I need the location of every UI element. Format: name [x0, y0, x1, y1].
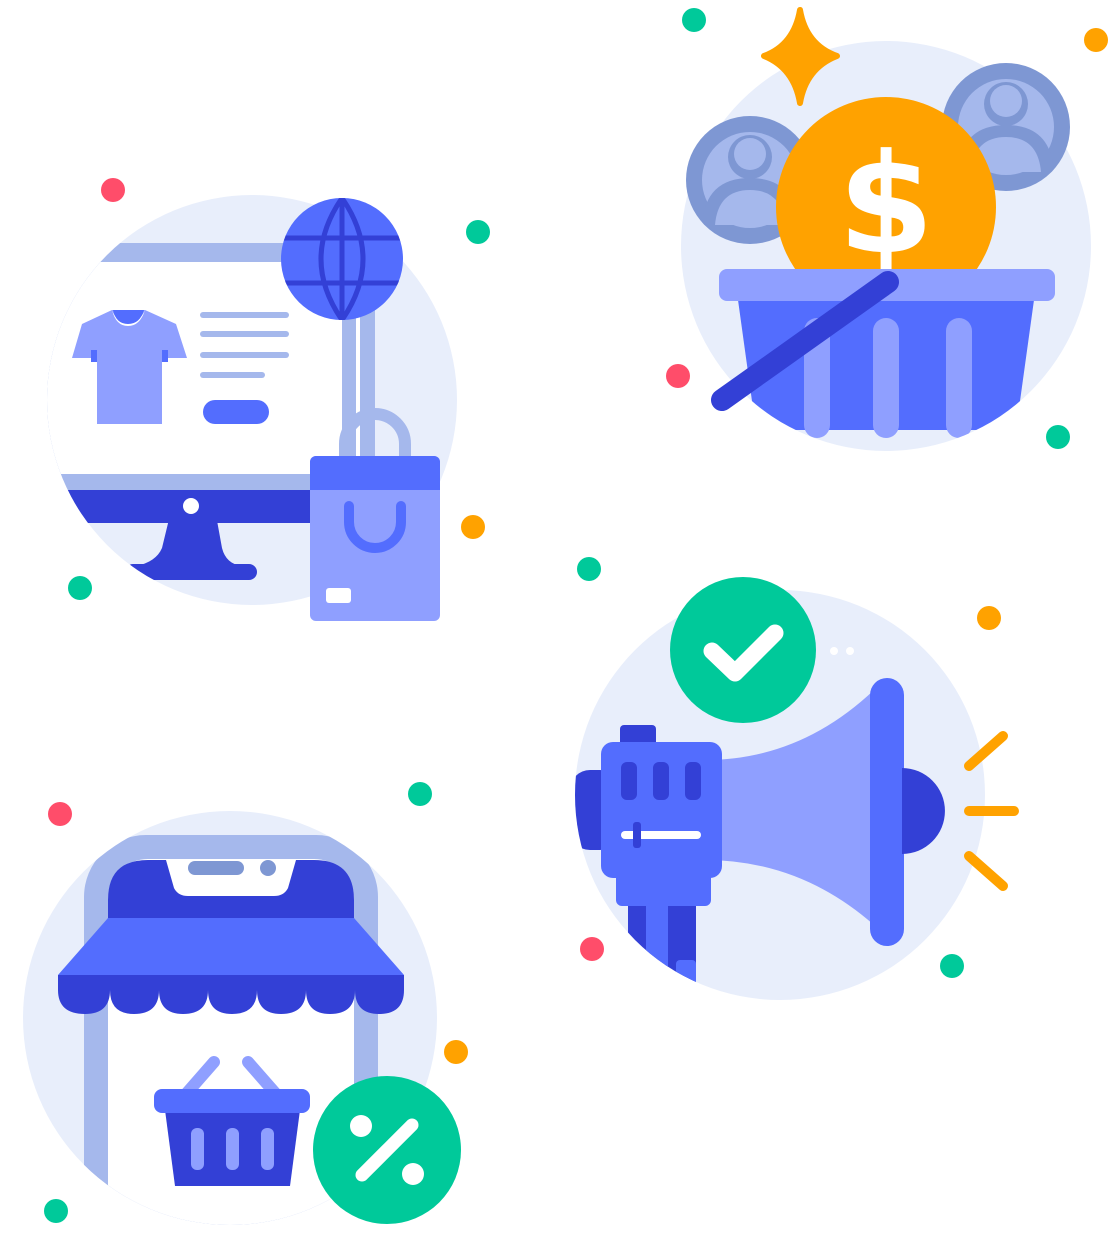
sound-waves-icon [964, 731, 1019, 891]
marketing-scene [575, 577, 1019, 1000]
percent-badge-icon [313, 1076, 461, 1224]
dot [846, 647, 854, 655]
buy-button [203, 400, 269, 424]
online-store-scene [47, 195, 457, 621]
dot [1084, 28, 1108, 52]
dot [682, 8, 706, 32]
dot [68, 576, 92, 600]
dot [444, 1040, 468, 1064]
dot [101, 178, 125, 202]
dot [830, 647, 838, 655]
illustration-canvas: $ [23, 7, 1108, 1225]
dot [408, 782, 432, 806]
dot [580, 937, 604, 961]
dot [466, 220, 490, 244]
dot [577, 557, 601, 581]
dot [666, 364, 690, 388]
check-badge-icon [670, 577, 816, 723]
dot [461, 515, 485, 539]
dot [940, 954, 964, 978]
dot [48, 802, 72, 826]
dot [44, 1199, 68, 1223]
dollar-symbol: $ [838, 124, 934, 285]
globe-icon [281, 198, 403, 320]
discount-shop-scene [23, 811, 461, 1225]
dot [1046, 425, 1070, 449]
dot [977, 606, 1001, 630]
paid-basket-scene: $ [681, 7, 1091, 451]
